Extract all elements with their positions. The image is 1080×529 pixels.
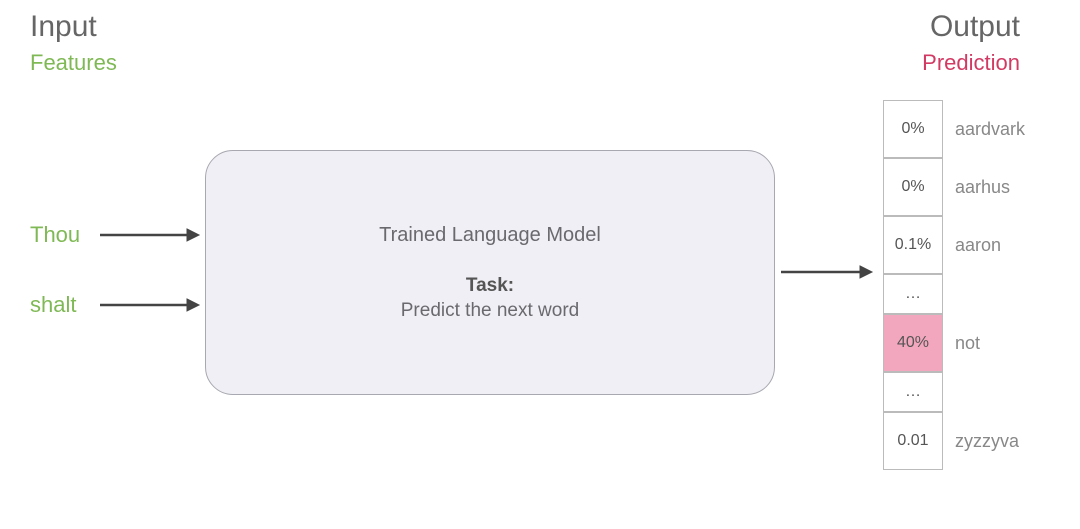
prediction-prob-cell: … xyxy=(883,372,943,412)
prediction-label: Prediction xyxy=(922,50,1020,76)
prediction-prob-cell: 0.1% xyxy=(883,216,943,274)
prediction-table: 0%aardvark0%aarhus0.1%aaron…40%not…0.01z… xyxy=(883,100,1045,470)
prediction-prob-cell: 40% xyxy=(883,314,943,372)
output-title: Output xyxy=(930,10,1020,44)
prediction-prob-cell: 0.01 xyxy=(883,412,943,470)
input-word-1: Thou xyxy=(30,222,80,248)
prediction-row: 0% aarhus xyxy=(883,158,1045,216)
prediction-row: … xyxy=(883,274,1045,314)
input-word-2: shalt xyxy=(30,292,76,318)
prediction-row: 40% not xyxy=(883,314,1045,372)
input-title: Input xyxy=(30,10,97,44)
prediction-word: zyzzyva xyxy=(955,431,1045,452)
prediction-row: 0% aardvark xyxy=(883,100,1045,158)
prediction-word: aardvark xyxy=(955,119,1045,140)
model-title: Trained Language Model xyxy=(379,224,601,247)
arrow-input-2 xyxy=(95,295,205,315)
prediction-row: 0.1% aaron xyxy=(883,216,1045,274)
prediction-word: aarhus xyxy=(955,177,1045,198)
prediction-word: not xyxy=(955,333,1045,354)
model-box: Trained Language Model Task: Predict the… xyxy=(205,150,775,395)
arrow-input-1 xyxy=(95,225,205,245)
prediction-prob-cell: … xyxy=(883,274,943,314)
task-label: Task: xyxy=(466,275,514,297)
prediction-row: 0.01 zyzzyva xyxy=(883,412,1045,470)
prediction-row: … xyxy=(883,372,1045,412)
prediction-word: aaron xyxy=(955,235,1045,256)
task-description: Predict the next word xyxy=(401,300,579,322)
prediction-prob-cell: 0% xyxy=(883,158,943,216)
features-label: Features xyxy=(30,50,117,76)
prediction-prob-cell: 0% xyxy=(883,100,943,158)
arrow-output xyxy=(778,262,878,282)
